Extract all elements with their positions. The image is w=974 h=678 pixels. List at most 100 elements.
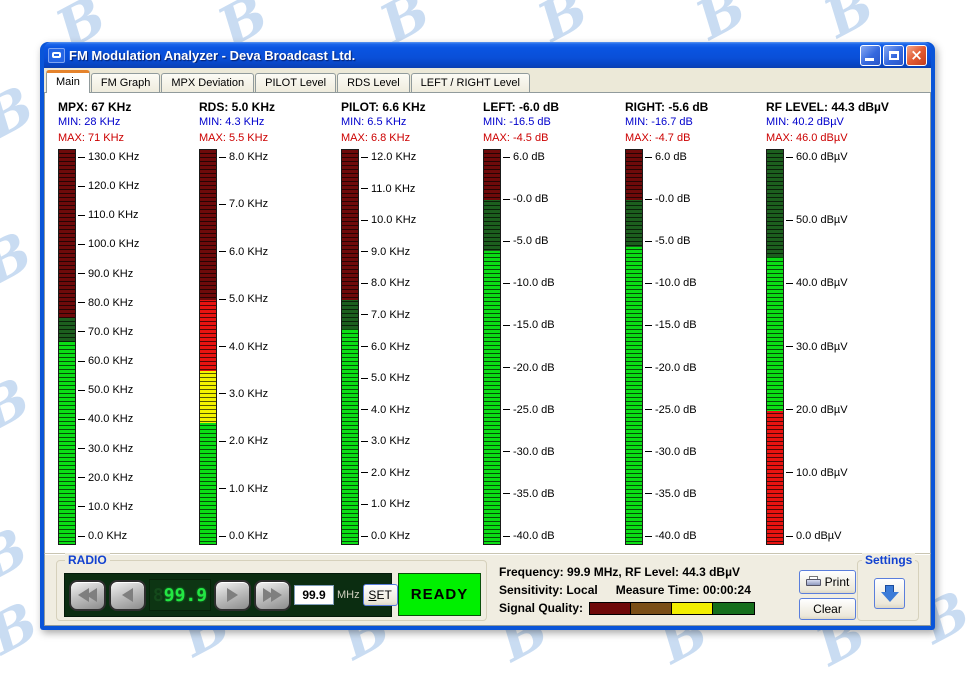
scale-tick — [361, 536, 368, 537]
scale-label: -10.0 dB — [655, 277, 697, 289]
scale-label: 0.0 KHz — [88, 530, 127, 542]
scale-tick — [645, 493, 652, 494]
led-segments-overlay — [59, 150, 75, 544]
led-segments-overlay — [626, 150, 642, 544]
maximize-button[interactable] — [883, 45, 904, 66]
seek-down-button[interactable] — [69, 580, 106, 611]
minimize-button[interactable] — [860, 45, 881, 66]
scale-label: -25.0 dB — [513, 404, 555, 416]
scale-tick — [786, 346, 793, 347]
meter-bar-rf — [766, 149, 784, 545]
scale-tick — [78, 477, 85, 478]
scale-tick — [78, 448, 85, 449]
scale-tick — [78, 302, 85, 303]
scale-label: 20.0 KHz — [88, 472, 133, 484]
meter-max: MAX: 71 KHz — [58, 132, 198, 148]
meter-bar-pilot — [341, 149, 359, 545]
bottom-panel: RADIO 899.9 MHz SET — [44, 553, 931, 626]
tab-fm-graph[interactable]: FM Graph — [91, 73, 161, 92]
window-title: FM Modulation Analyzer - Deva Broadcast … — [69, 48, 858, 63]
scale-label: 0.0 dBµV — [796, 530, 841, 542]
scale-tick — [645, 283, 652, 284]
meter-rds: RDS: 5.0 KHzMIN: 4.3 KHzMAX: 5.5 KHz8.0 … — [199, 100, 339, 545]
frequency-input[interactable] — [294, 585, 334, 605]
scale-tick — [786, 409, 793, 410]
quality-segment-4 — [713, 603, 754, 614]
scale-label: 11.0 KHz — [371, 183, 415, 195]
display-value: 99.9 — [164, 585, 207, 606]
scale-label: 4.0 KHz — [229, 341, 268, 353]
scale-label: 3.0 KHz — [371, 435, 410, 447]
scale-label: 10.0 KHz — [88, 501, 133, 513]
scale-tick — [503, 283, 510, 284]
tab-pilot-level[interactable]: PILOT Level — [255, 73, 336, 92]
scale-tick — [219, 251, 226, 252]
seek-up-button[interactable] — [254, 580, 291, 611]
printer-icon — [806, 576, 821, 588]
clear-button[interactable]: Clear — [799, 598, 856, 620]
scale-tick — [219, 157, 226, 158]
scale-tick — [361, 378, 368, 379]
scale-tick — [503, 241, 510, 242]
scale-label: -20.0 dB — [655, 362, 697, 374]
step-down-button[interactable] — [109, 580, 146, 611]
scale-tick — [361, 409, 368, 410]
scale-label: -25.0 dB — [655, 404, 697, 416]
scale-tick — [78, 273, 85, 274]
scale-tick — [645, 199, 652, 200]
meter-min: MIN: 28 KHz — [58, 116, 198, 132]
meter-title: MPX: 67 KHz — [58, 100, 198, 116]
scale-tick — [361, 220, 368, 221]
meter-scale: 6.0 dB-0.0 dB-5.0 dB-10.0 dB-15.0 dB-20.… — [503, 149, 615, 545]
meter-title: PILOT: 6.6 KHz — [341, 100, 481, 116]
scale-tick — [503, 536, 510, 537]
meter-min: MIN: -16.7 dB — [625, 116, 765, 132]
quality-segment-1 — [590, 603, 631, 614]
tab-rds-level[interactable]: RDS Level — [337, 73, 410, 92]
scale-label: 4.0 KHz — [371, 404, 410, 416]
radio-group: RADIO 899.9 MHz SET — [56, 560, 487, 621]
meter-bar-mpx — [58, 149, 76, 545]
meter-max: MAX: -4.5 dB — [483, 132, 623, 148]
right-arrow-icon — [227, 588, 238, 602]
scale-tick — [219, 536, 226, 537]
tab-main[interactable]: Main — [46, 70, 90, 93]
frequency-rf-line: Frequency: 99.9 MHz, RF Level: 44.3 dBµV — [499, 563, 755, 581]
meter-scale: 8.0 KHz7.0 KHz6.0 KHz5.0 KHz4.0 KHz3.0 K… — [219, 149, 331, 545]
meter-scale: 60.0 dBµV50.0 dBµV40.0 dBµV30.0 dBµV20.0… — [786, 149, 898, 545]
settings-group-label: Settings — [862, 553, 915, 567]
scale-label: 7.0 KHz — [371, 309, 410, 321]
scale-label: 6.0 dB — [513, 151, 545, 163]
scale-label: -10.0 dB — [513, 277, 555, 289]
scale-tick — [78, 244, 85, 245]
scale-label: 40.0 KHz — [88, 413, 133, 425]
print-button[interactable]: Print — [799, 570, 856, 594]
scale-tick — [361, 157, 368, 158]
meter-title: LEFT: -6.0 dB — [483, 100, 623, 116]
tab-mpx-deviation[interactable]: MPX Deviation — [161, 73, 254, 92]
meter-bar-rds — [199, 149, 217, 545]
scale-tick — [219, 346, 226, 347]
meter-scale: 130.0 KHz120.0 KHz110.0 KHz100.0 KHz90.0… — [78, 149, 190, 545]
scale-tick — [503, 451, 510, 452]
scale-tick — [219, 299, 226, 300]
display-ghost-digit: 8 — [153, 585, 164, 606]
scale-label: -30.0 dB — [655, 446, 697, 458]
set-button[interactable]: SET — [363, 584, 398, 606]
scale-label: 40.0 dBµV — [796, 277, 848, 289]
scale-tick — [645, 451, 652, 452]
scale-tick — [503, 367, 510, 368]
step-up-button[interactable] — [214, 580, 251, 611]
quality-segment-3 — [672, 603, 713, 614]
settings-button[interactable] — [874, 578, 905, 609]
scale-tick — [786, 472, 793, 473]
scale-label: -15.0 dB — [655, 319, 697, 331]
tuner-panel: 899.9 MHz SET — [64, 573, 392, 617]
scale-tick — [78, 331, 85, 332]
close-button[interactable]: × — [906, 45, 927, 66]
scale-tick — [503, 325, 510, 326]
maximize-icon — [889, 51, 899, 60]
scale-tick — [786, 536, 793, 537]
tab-left-right-level[interactable]: LEFT / RIGHT Level — [411, 73, 530, 92]
scale-tick — [78, 215, 85, 216]
